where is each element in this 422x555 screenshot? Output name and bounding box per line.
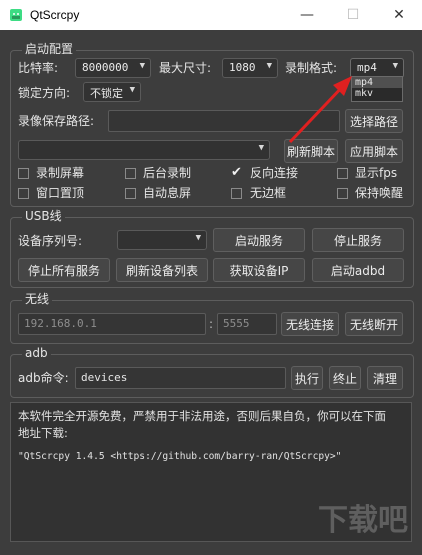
watermark-logo: 下载吧 bbox=[318, 495, 418, 550]
arrow-line bbox=[288, 82, 347, 144]
watermark-text: 下载吧 bbox=[318, 503, 408, 538]
annotation-arrow bbox=[288, 76, 352, 144]
